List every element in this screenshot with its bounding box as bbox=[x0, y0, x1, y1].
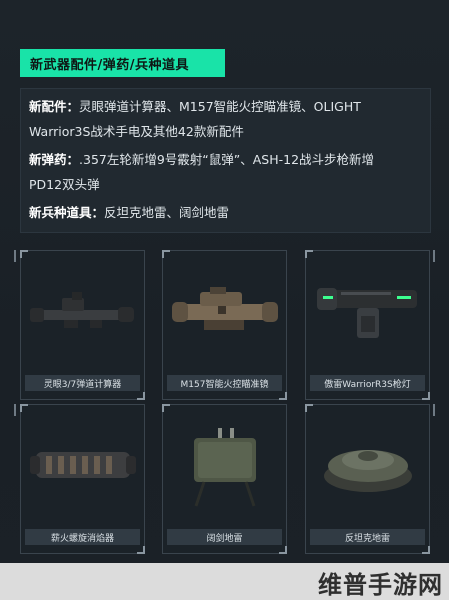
edge-mark-left bbox=[14, 250, 16, 262]
info-line-ammo-cont: PD12双头弹 bbox=[29, 177, 100, 192]
corner-decoration bbox=[279, 392, 287, 400]
edge-mark-right-2 bbox=[433, 404, 435, 416]
corner-decoration bbox=[137, 392, 145, 400]
item-caption: 薪火螺旋消焰器 bbox=[25, 529, 140, 545]
item-card-antitank-mine[interactable]: 反坦克地雷 bbox=[305, 404, 430, 554]
watermark: 维普手游网 bbox=[318, 571, 443, 599]
info-line-gadgets: 新兵种道具：反坦克地雷、阔剑地雷 bbox=[29, 205, 230, 220]
item-card-claymore[interactable]: 阔剑地雷 bbox=[162, 404, 287, 554]
antitank-mine-icon bbox=[306, 405, 429, 525]
info-line-parts: 新配件：灵眼弹道计算器、M157智能火控瞄准镜、OLIGHT bbox=[29, 99, 361, 114]
edge-mark-right bbox=[433, 250, 435, 262]
corner-decoration bbox=[422, 546, 430, 554]
corner-decoration bbox=[279, 546, 287, 554]
info-line-parts-cont: Warrior3S战术手电及其他42款新配件 bbox=[29, 124, 244, 139]
info-line-ammo: 新弹药：.357左轮新增9号霰射“鼠弹”、ASH-12战斗步枪新增 bbox=[29, 152, 375, 167]
item-caption: M157智能火控瞄准镜 bbox=[167, 375, 282, 391]
claymore-mine-icon bbox=[163, 405, 286, 525]
item-card-ballistic-computer[interactable]: 灵眼3/7弹道计算器 bbox=[20, 250, 145, 400]
corner-decoration bbox=[137, 546, 145, 554]
edge-mark-left-2 bbox=[14, 404, 16, 416]
flash-hider-icon bbox=[21, 405, 144, 525]
item-caption: 灵眼3/7弹道计算器 bbox=[25, 375, 140, 391]
item-card-smart-scope[interactable]: M157智能火控瞄准镜 bbox=[162, 250, 287, 400]
page: 新武器配件/弹药/兵种道具 新配件：灵眼弹道计算器、M157智能火控瞄准镜、OL… bbox=[0, 0, 449, 600]
item-caption: 傲雷WarriorR3S枪灯 bbox=[310, 375, 425, 391]
item-card-flashlight[interactable]: 傲雷WarriorR3S枪灯 bbox=[305, 250, 430, 400]
info-panel: 新配件：灵眼弹道计算器、M157智能火控瞄准镜、OLIGHT Warrior3S… bbox=[20, 88, 431, 233]
item-caption: 阔剑地雷 bbox=[167, 529, 282, 545]
item-caption: 反坦克地雷 bbox=[310, 529, 425, 545]
flashlight-icon bbox=[306, 251, 429, 371]
item-card-flash-hider[interactable]: 薪火螺旋消焰器 bbox=[20, 404, 145, 554]
scope-icon bbox=[21, 251, 144, 371]
smart-scope-icon bbox=[163, 251, 286, 371]
section-title: 新武器配件/弹药/兵种道具 bbox=[20, 49, 225, 77]
corner-decoration bbox=[422, 392, 430, 400]
